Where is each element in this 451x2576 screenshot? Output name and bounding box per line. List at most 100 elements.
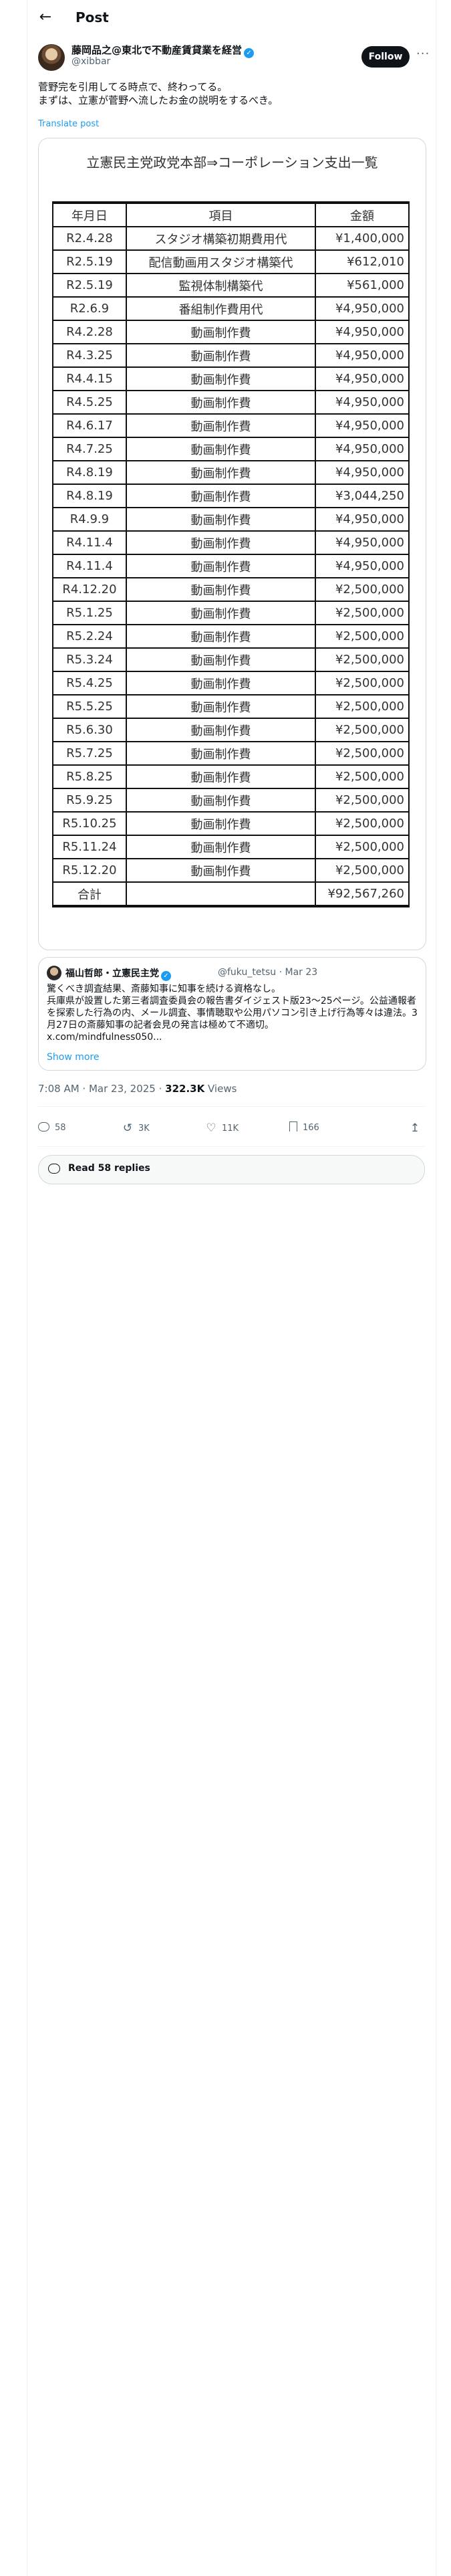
table-row: R2.4.28 スタジオ構築初期費用代 ¥1,400,000 [52,226,410,251]
row-date: R5.2.24 [52,624,127,649]
row-amount: ¥612,010 [315,249,410,274]
row-date: R5.3.24 [52,647,127,672]
row-amount: ¥1,400,000 [315,226,410,251]
show-more-link[interactable]: Show more [47,1052,100,1063]
post-text: 菅野完を引用してる時点で、終わってる。 まずは、立憲が菅野へ流したお金の説明をす… [38,81,279,106]
row-date: R5.5.25 [52,694,127,719]
row-amount: ¥4,950,000 [315,554,410,578]
row-item: 動画制作費 [125,858,317,883]
author-avatar[interactable] [38,44,65,71]
row-item: 動画制作費 [125,484,317,508]
row-item: 動画制作費 [125,343,317,368]
image-title: 立憲民主党政党本部⇒コーポレーション支出一覧 [86,154,378,171]
column-header-item: 項目 [125,201,317,227]
row-date: R2.4.28 [52,226,127,251]
bookmark-button[interactable]: 166 [289,1118,319,1138]
row-item: 動画制作費 [125,624,317,649]
row-item: スタジオ構築初期費用代 [125,226,317,251]
row-date: R5.10.25 [52,811,127,836]
row-date: R5.4.25 [52,671,127,695]
post-timestamp: 7:08 AM · Mar 23, 2025 · 322.3K Views [38,1083,237,1095]
table-row: R5.6.30 動画制作費 ¥2,500,000 [52,718,410,742]
row-item: 動画制作費 [125,366,317,391]
row-date: R4.11.4 [52,554,127,578]
table-row: R4.7.25 動画制作費 ¥4,950,000 [52,437,410,461]
table-row: R5.9.25 動画制作費 ¥2,500,000 [52,788,410,813]
row-amount: ¥4,950,000 [315,530,410,555]
row-item: 動画制作費 [125,577,317,602]
row-date: R4.7.25 [52,437,127,461]
table-row: R5.3.24 動画制作費 ¥2,500,000 [52,647,410,672]
row-amount: ¥2,500,000 [315,741,410,766]
table-row: R4.9.9 動画制作費 ¥4,950,000 [52,507,410,532]
table-row: R4.12.20 動画制作費 ¥2,500,000 [52,577,410,602]
post-image[interactable]: 立憲民主党政党本部⇒コーポレーション支出一覧 年月日 項目 金額 R2.4.28… [38,138,426,950]
table-total-row: 合計 ¥92,567,260 [52,881,410,907]
follow-button[interactable]: Follow [361,46,410,68]
table-row: R4.11.4 動画制作費 ¥4,950,000 [52,554,410,578]
post-time[interactable]: 7:08 AM · Mar 23, 2025 · [38,1083,165,1095]
reply-button[interactable]: 58 [38,1118,66,1138]
reply-count: 58 [55,1123,66,1133]
read-replies-button[interactable]: Read 58 replies [38,1155,425,1184]
divider [38,1106,425,1107]
repost-count: 3K [138,1123,150,1134]
row-amount: ¥2,500,000 [315,647,410,672]
row-amount: ¥2,500,000 [315,811,410,836]
share-button[interactable]: ↥ [408,1118,426,1138]
main-column: ← Post 藤岡品之@東北で不動産賃貸業を経営 ✓ @xibbar Follow… [27,0,436,2576]
row-amount: ¥2,500,000 [315,788,410,813]
row-amount: ¥2,500,000 [315,624,410,649]
table-row: R2.5.19 配信動画用スタジオ構築代 ¥612,010 [52,249,410,274]
translate-post-link[interactable]: Translate post [38,119,99,129]
table-row: R5.7.25 動画制作費 ¥2,500,000 [52,741,410,766]
row-item: 動画制作費 [125,507,317,532]
row-item: 動画制作費 [125,741,317,766]
row-date: R4.5.25 [52,390,127,415]
author-handle[interactable]: @xibbar [71,56,110,67]
repost-icon: ↺ [122,1121,133,1135]
verified-badge-icon: ✓ [244,48,255,58]
row-amount: ¥2,500,000 [315,764,410,789]
total-empty-cell [125,881,317,907]
row-amount: ¥2,500,000 [315,718,410,742]
row-date: R5.6.30 [52,718,127,742]
column-header-date: 年月日 [52,201,127,227]
row-date: R5.8.25 [52,764,127,789]
quoted-post[interactable]: 福山哲郎・立憲民主党 ✓ @fuku_tetsu · Mar 23 驚くべき調査結… [38,957,426,1071]
quoted-author-meta: @fuku_tetsu · Mar 23 [218,967,318,978]
repost-button[interactable]: ↺ 3K [121,1118,150,1138]
views-label: Views [204,1083,237,1095]
row-item: 動画制作費 [125,554,317,578]
more-options-icon[interactable]: ··· [416,47,430,61]
row-amount: ¥2,500,000 [315,694,410,719]
row-item: 動画制作費 [125,764,317,789]
row-item: 監視体制構築代 [125,273,317,298]
back-arrow-icon[interactable]: ← [35,8,55,28]
row-item: 動画制作費 [125,413,317,438]
reply-bubble-icon [48,1164,60,1174]
row-amount: ¥3,044,250 [315,484,410,508]
bookmark-icon [289,1121,297,1132]
table-row: R5.10.25 動画制作費 ¥2,500,000 [52,811,410,836]
row-date: R4.4.15 [52,366,127,391]
view-count: 322.3K [165,1083,205,1095]
table-row: R4.3.25 動画制作費 ¥4,950,000 [52,343,410,368]
row-item: 動画制作費 [125,694,317,719]
table-row: R4.2.28 動画制作費 ¥4,950,000 [52,320,410,344]
row-item: 動画制作費 [125,390,317,415]
row-amount: ¥4,950,000 [315,460,410,485]
like-button[interactable]: ♡ 11K [204,1118,239,1138]
row-amount: ¥2,500,000 [315,671,410,695]
author-name-text[interactable]: 藤岡品之@東北で不動産賃貸業を経営 [71,44,242,56]
table-row: R5.2.24 動画制作費 ¥2,500,000 [52,624,410,649]
row-item: 動画制作費 [125,601,317,625]
row-amount: ¥4,950,000 [315,320,410,344]
row-date: R2.6.9 [52,296,127,321]
table-body: R2.4.28 スタジオ構築初期費用代 ¥1,400,000 R2.5.19 配信動画用… [52,226,410,883]
table-row: R5.11.24 動画制作費 ¥2,500,000 [52,835,410,859]
row-date: R4.2.28 [52,320,127,344]
column-header-amount: 金額 [315,201,410,227]
row-amount: ¥4,950,000 [315,296,410,321]
heart-icon: ♡ [206,1121,216,1135]
